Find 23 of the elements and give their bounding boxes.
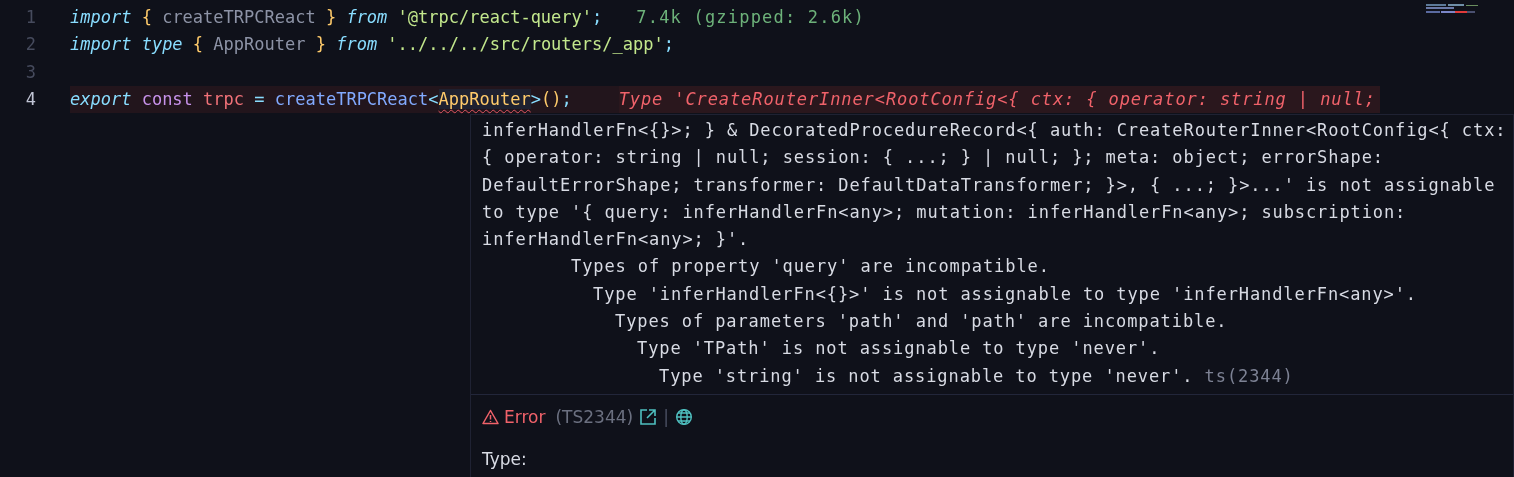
code-line: import type { AppRouter } from '../../../src/routers/_app'; [70,33,674,57]
error-detail: Types of property 'query' are incompatible. [571,256,1050,277]
inline-error-message: Type 'CreateRouterInner<RootConfig<{ ctx: { operator: string | null; [618,85,1380,114]
line-number: 1 [24,6,37,29]
type-label: Type: [482,448,527,469]
external-link-icon[interactable] [639,407,658,426]
error-detail: Type 'string' is not assignable to type 'never'. [659,365,1194,386]
globe-icon[interactable] [674,407,693,426]
error-message: inferHandlerFn<{}>; } & DecoratedProcedureRecord<{ auth: CreateRouterInner<RootConfig<{ ctx: { operator: string | null; session: { ...; } | null; }; meta: object; errorShape: DefaultErrorShape; transformer: DefaultDataTransformer; }>, { ...; }>...' is not assignable to type '{ query: inferHandlerFn<any>; mutation: inferHandlerFn<any>; subscription: inferHandlerFn<any>; }'. [482,119,1508,252]
line-number: 4 [24,87,37,111]
import-size-hint: 7.4k (gzipped: 2.6k) [636,6,865,29]
error-detail: Types of parameters 'path' and 'path' are incompatible. [615,311,1228,332]
error-label: Error [482,406,546,427]
error-code: (TS2344) [555,406,634,427]
warning-icon [482,408,499,425]
line-number: 3 [24,60,37,84]
error-detail: Type 'TPath' is not assignable to type 'never'. [637,338,1161,359]
line-number: 2 [24,33,37,57]
code-line: export const trpc = createTRPCReact<AppRouter>(); [70,87,572,111]
separator: | [663,406,669,427]
error-detail: Type 'inferHandlerFn<{}>' is not assignable to type 'inferHandlerFn<any>'. [593,283,1417,304]
error-source: ts(2344) [1203,365,1294,386]
code-line: import { createTRPCReact } from '@trpc/react-query'; [70,6,603,29]
